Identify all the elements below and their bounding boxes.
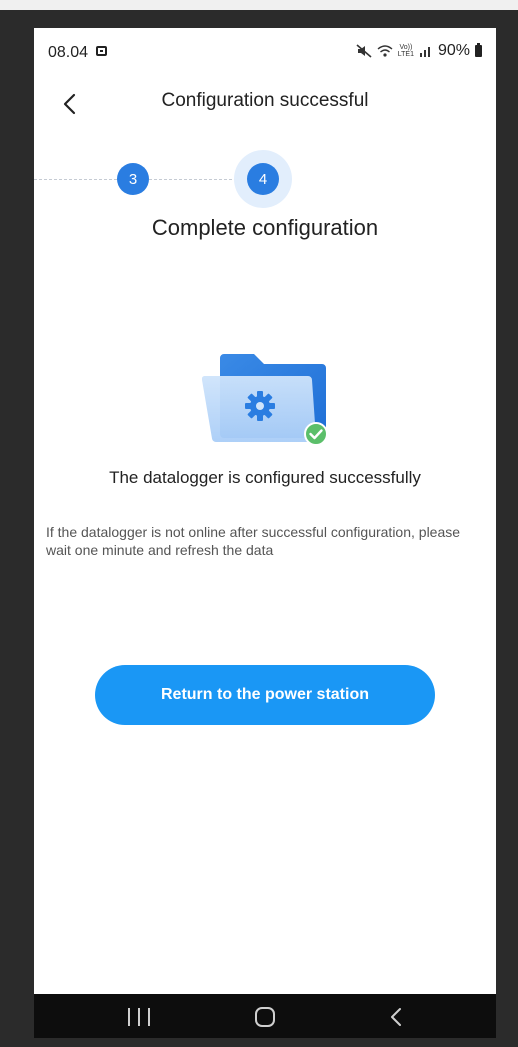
status-bar: 08.04 Vo)) LTE1 90% <box>34 28 496 76</box>
device-frame: 08.04 Vo)) LTE1 90% Configuration succes… <box>0 0 518 1047</box>
volte-lte-icon: Vo)) LTE1 <box>398 44 414 58</box>
signal-icon <box>419 47 430 57</box>
home-icon[interactable] <box>255 1007 275 1027</box>
step-connector-left <box>34 179 117 180</box>
battery-percent: 90% <box>437 42 470 59</box>
page-title: Configuration successful <box>161 90 369 111</box>
notification-icon <box>96 46 107 56</box>
back-icon[interactable] <box>386 1006 406 1028</box>
system-navigation-bar <box>34 994 496 1038</box>
success-message: The datalogger is configured successfull… <box>109 468 421 487</box>
recent-apps-icon[interactable] <box>128 1008 150 1026</box>
step-3-indicator: 3 <box>117 163 149 195</box>
volte-label: Vo)) <box>399 44 413 51</box>
step-connector-middle <box>149 179 247 180</box>
hint-message: If the datalogger is not online after su… <box>46 524 461 558</box>
app-header: Configuration successful <box>34 80 496 128</box>
return-to-power-station-button[interactable]: Return to the power station <box>95 665 435 725</box>
status-time: 08.04 <box>48 44 89 61</box>
folder-gear-check-icon <box>202 354 328 446</box>
status-indicators: Vo)) LTE1 90% <box>356 42 482 60</box>
progress-stepper: 3 4 <box>34 150 496 210</box>
mute-icon <box>356 44 372 58</box>
phone-screen: 08.04 Vo)) LTE1 90% Configuration succes… <box>34 28 496 1038</box>
battery-icon <box>475 43 482 57</box>
frame-top-bezel <box>0 0 518 10</box>
lte-label: LTE1 <box>397 51 414 58</box>
step-4-indicator: 4 <box>247 163 279 195</box>
step-label: Complete configuration <box>151 215 379 240</box>
wifi-icon <box>377 45 393 57</box>
